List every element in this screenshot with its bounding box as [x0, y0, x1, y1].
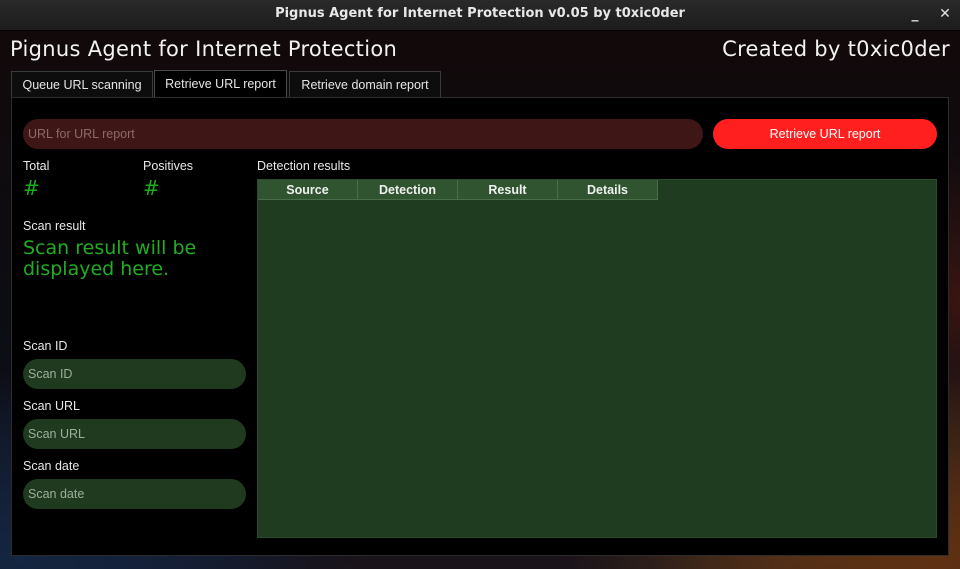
- app-title: Pignus Agent for Internet Protection: [10, 37, 398, 61]
- minimize-icon[interactable]: _: [906, 5, 924, 23]
- column-header-details[interactable]: Details: [558, 180, 658, 200]
- detection-results-label: Detection results: [257, 159, 351, 173]
- app-window: Pignus Agent for Internet Protection Cre…: [0, 31, 960, 569]
- scan-date-field[interactable]: [23, 479, 246, 509]
- scan-result-label: Scan result: [23, 219, 86, 233]
- scan-id-label: Scan ID: [23, 339, 68, 353]
- retrieve-url-report-button[interactable]: Retrieve URL report: [713, 119, 937, 149]
- scan-url-field[interactable]: [23, 419, 246, 449]
- detection-results-table[interactable]: Source Detection Result Details: [257, 179, 937, 538]
- tab-queue-url-scanning[interactable]: Queue URL scanning: [11, 71, 153, 97]
- desktop-background: Pignus Agent for Internet Protection v0.…: [0, 0, 960, 569]
- total-value: #: [23, 176, 40, 200]
- column-header-source[interactable]: Source: [258, 180, 358, 200]
- total-label: Total: [23, 159, 50, 173]
- scan-id-field[interactable]: [23, 359, 246, 389]
- url-input[interactable]: [23, 119, 703, 149]
- credit-label: Created by t0xic0der: [722, 37, 950, 61]
- window-title: Pignus Agent for Internet Protection v0.…: [275, 6, 685, 21]
- positives-value: #: [143, 176, 160, 200]
- tab-panel: Retrieve URL report Total # Positives # …: [11, 97, 949, 556]
- scan-url-label: Scan URL: [23, 399, 80, 413]
- tab-retrieve-url-report[interactable]: Retrieve URL report: [154, 70, 287, 98]
- close-icon[interactable]: ✕: [936, 5, 954, 23]
- column-header-detection[interactable]: Detection: [358, 180, 458, 200]
- scan-result-message: Scan result will be displayed here.: [23, 237, 197, 280]
- scan-date-label: Scan date: [23, 459, 80, 473]
- column-header-result[interactable]: Result: [458, 180, 558, 200]
- positives-label: Positives: [143, 159, 194, 173]
- tab-retrieve-domain-report[interactable]: Retrieve domain report: [289, 71, 441, 97]
- title-bar[interactable]: Pignus Agent for Internet Protection v0.…: [0, 0, 960, 31]
